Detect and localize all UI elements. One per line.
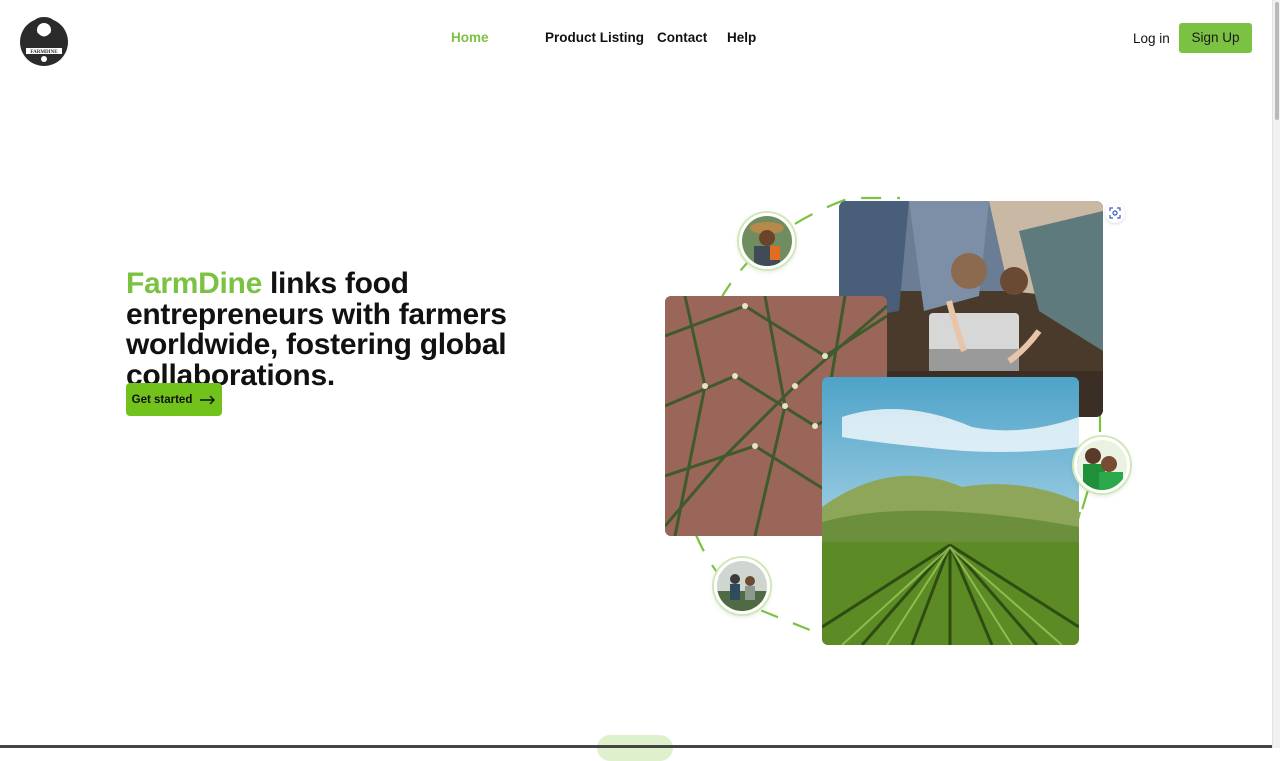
- farmdine-logo[interactable]: FARMDINE: [16, 10, 72, 66]
- nav-product-listing[interactable]: Product Listing: [545, 30, 644, 45]
- farmer-with-carrots-avatar: [739, 213, 795, 269]
- hero-brand: FarmDine: [126, 267, 262, 300]
- vineyard-field-photo: [822, 377, 1079, 645]
- nav-home[interactable]: Home: [451, 30, 489, 45]
- scrollbar-thumb[interactable]: [1275, 2, 1279, 120]
- arrow-right-icon: [200, 395, 216, 405]
- greenhouse-workers-avatar: [714, 558, 770, 614]
- get-started-label: Get started: [131, 393, 193, 406]
- focus-scan-icon[interactable]: [1105, 203, 1125, 223]
- section-pill: [597, 735, 673, 761]
- signup-button[interactable]: Sign Up: [1179, 23, 1252, 53]
- get-started-button[interactable]: Get started: [126, 383, 222, 416]
- login-link[interactable]: Log in: [1133, 31, 1170, 46]
- nav-help[interactable]: Help: [727, 30, 756, 45]
- hero-headline: FarmDine links food entrepreneurs with f…: [126, 267, 596, 391]
- svg-text:FARMDINE: FARMDINE: [30, 50, 58, 55]
- nav-contact[interactable]: Contact: [657, 30, 707, 45]
- page-scrollbar[interactable]: [1272, 0, 1280, 748]
- smiling-couple-avatar: [1074, 437, 1130, 493]
- hero-collage: [650, 190, 1140, 660]
